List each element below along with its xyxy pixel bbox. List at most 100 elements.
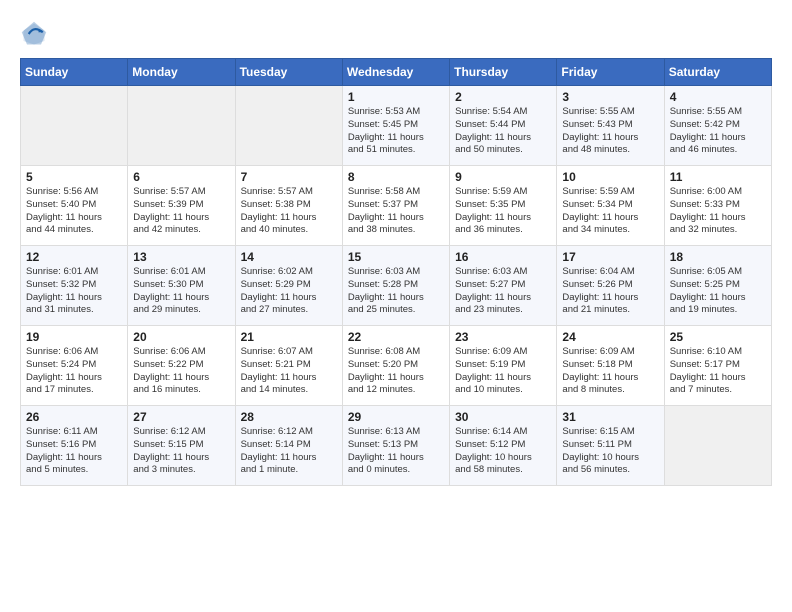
calendar-cell: 8 Sunrise: 5:58 AM Sunset: 5:37 PM Daylig…: [342, 166, 449, 246]
calendar-cell: 6 Sunrise: 5:57 AM Sunset: 5:39 PM Daylig…: [128, 166, 235, 246]
cell-info: Sunrise: 5:54 AM Sunset: 5:44 PM Dayligh…: [455, 106, 551, 157]
cell-info: Sunrise: 5:59 AM Sunset: 5:35 PM Dayligh…: [455, 186, 551, 237]
day-number: 10: [562, 170, 658, 184]
calendar-cell: 27Sunrise: 6:12 AM Sunset: 5:15 PM Dayli…: [128, 406, 235, 486]
cell-info: Sunrise: 5:56 AM Sunset: 5:40 PM Dayligh…: [26, 186, 122, 237]
day-number: 23: [455, 330, 551, 344]
cell-info: Sunrise: 6:08 AM Sunset: 5:20 PM Dayligh…: [348, 346, 444, 397]
cell-info: Sunrise: 6:12 AM Sunset: 5:15 PM Dayligh…: [133, 426, 229, 477]
calendar-cell: 28Sunrise: 6:12 AM Sunset: 5:14 PM Dayli…: [235, 406, 342, 486]
cell-info: Sunrise: 6:02 AM Sunset: 5:29 PM Dayligh…: [241, 266, 337, 317]
day-number: 17: [562, 250, 658, 264]
cell-info: Sunrise: 5:53 AM Sunset: 5:45 PM Dayligh…: [348, 106, 444, 157]
day-number: 5: [26, 170, 122, 184]
calendar-cell: 29 Sunrise: 6:13 AM Sunset: 5:13 PM Dayli…: [342, 406, 449, 486]
calendar-cell: 24 Sunrise: 6:09 AM Sunset: 5:18 PM Dayli…: [557, 326, 664, 406]
cell-info: Sunrise: 5:59 AM Sunset: 5:34 PM Dayligh…: [562, 186, 658, 237]
cell-info: Sunrise: 6:05 AM Sunset: 5:25 PM Dayligh…: [670, 266, 766, 317]
calendar-cell: 22 Sunrise: 6:08 AM Sunset: 5:20 PM Dayli…: [342, 326, 449, 406]
cell-info: Sunrise: 5:57 AM Sunset: 5:39 PM Dayligh…: [133, 186, 229, 237]
calendar-cell: 14Sunrise: 6:02 AM Sunset: 5:29 PM Dayli…: [235, 246, 342, 326]
cell-info: Sunrise: 6:00 AM Sunset: 5:33 PM Dayligh…: [670, 186, 766, 237]
calendar-cell: 18 Sunrise: 6:05 AM Sunset: 5:25 PM Dayli…: [664, 246, 771, 326]
calendar-cell: 16Sunrise: 6:03 AM Sunset: 5:27 PM Dayli…: [450, 246, 557, 326]
calendar-cell: 2 Sunrise: 5:54 AM Sunset: 5:44 PM Daylig…: [450, 86, 557, 166]
cell-info: Sunrise: 6:06 AM Sunset: 5:24 PM Dayligh…: [26, 346, 122, 397]
day-number: 11: [670, 170, 766, 184]
header: [20, 20, 772, 48]
day-number: 13: [133, 250, 229, 264]
day-number: 7: [241, 170, 337, 184]
cell-info: Sunrise: 6:01 AM Sunset: 5:32 PM Dayligh…: [26, 266, 122, 317]
day-number: 31: [562, 410, 658, 424]
calendar-cell: 20 Sunrise: 6:06 AM Sunset: 5:22 PM Dayli…: [128, 326, 235, 406]
calendar-cell: 25Sunrise: 6:10 AM Sunset: 5:17 PM Dayli…: [664, 326, 771, 406]
calendar-cell: 31 Sunrise: 6:15 AM Sunset: 5:11 PM Dayli…: [557, 406, 664, 486]
day-number: 26: [26, 410, 122, 424]
calendar-week-row: 19 Sunrise: 6:06 AM Sunset: 5:24 PM Dayli…: [21, 326, 772, 406]
cell-info: Sunrise: 6:03 AM Sunset: 5:28 PM Dayligh…: [348, 266, 444, 317]
day-number: 24: [562, 330, 658, 344]
cell-info: Sunrise: 5:55 AM Sunset: 5:43 PM Dayligh…: [562, 106, 658, 157]
calendar-cell: 13 Sunrise: 6:01 AM Sunset: 5:30 PM Dayli…: [128, 246, 235, 326]
cell-info: Sunrise: 5:58 AM Sunset: 5:37 PM Dayligh…: [348, 186, 444, 237]
calendar-cell: [664, 406, 771, 486]
cell-info: Sunrise: 6:09 AM Sunset: 5:18 PM Dayligh…: [562, 346, 658, 397]
day-number: 30: [455, 410, 551, 424]
calendar-cell: 17 Sunrise: 6:04 AM Sunset: 5:26 PM Dayli…: [557, 246, 664, 326]
calendar-cell: 15Sunrise: 6:03 AM Sunset: 5:28 PM Dayli…: [342, 246, 449, 326]
day-number: 21: [241, 330, 337, 344]
day-number: 8: [348, 170, 444, 184]
calendar-header-row: SundayMondayTuesdayWednesdayThursdayFrid…: [21, 59, 772, 86]
cell-info: Sunrise: 6:03 AM Sunset: 5:27 PM Dayligh…: [455, 266, 551, 317]
calendar-cell: 23Sunrise: 6:09 AM Sunset: 5:19 PM Dayli…: [450, 326, 557, 406]
calendar-week-row: 5 Sunrise: 5:56 AM Sunset: 5:40 PM Daylig…: [21, 166, 772, 246]
cell-info: Sunrise: 5:55 AM Sunset: 5:42 PM Dayligh…: [670, 106, 766, 157]
cell-info: Sunrise: 6:13 AM Sunset: 5:13 PM Dayligh…: [348, 426, 444, 477]
calendar-table: SundayMondayTuesdayWednesdayThursdayFrid…: [20, 58, 772, 486]
day-number: 1: [348, 90, 444, 104]
calendar-header-wednesday: Wednesday: [342, 59, 449, 86]
day-number: 9: [455, 170, 551, 184]
calendar-cell: [128, 86, 235, 166]
calendar-header-sunday: Sunday: [21, 59, 128, 86]
logo: [20, 20, 52, 48]
cell-info: Sunrise: 6:04 AM Sunset: 5:26 PM Dayligh…: [562, 266, 658, 317]
cell-info: Sunrise: 6:10 AM Sunset: 5:17 PM Dayligh…: [670, 346, 766, 397]
day-number: 20: [133, 330, 229, 344]
calendar-cell: 1 Sunrise: 5:53 AM Sunset: 5:45 PM Daylig…: [342, 86, 449, 166]
logo-icon: [20, 20, 48, 48]
calendar-cell: 4 Sunrise: 5:55 AM Sunset: 5:42 PM Daylig…: [664, 86, 771, 166]
calendar-cell: 19 Sunrise: 6:06 AM Sunset: 5:24 PM Dayli…: [21, 326, 128, 406]
day-number: 12: [26, 250, 122, 264]
calendar-cell: 10 Sunrise: 5:59 AM Sunset: 5:34 PM Dayli…: [557, 166, 664, 246]
day-number: 28: [241, 410, 337, 424]
day-number: 4: [670, 90, 766, 104]
day-number: 22: [348, 330, 444, 344]
calendar-cell: 21Sunrise: 6:07 AM Sunset: 5:21 PM Dayli…: [235, 326, 342, 406]
cell-info: Sunrise: 5:57 AM Sunset: 5:38 PM Dayligh…: [241, 186, 337, 237]
calendar-cell: 11 Sunrise: 6:00 AM Sunset: 5:33 PM Dayli…: [664, 166, 771, 246]
calendar-week-row: 26Sunrise: 6:11 AM Sunset: 5:16 PM Dayli…: [21, 406, 772, 486]
calendar-header-monday: Monday: [128, 59, 235, 86]
day-number: 3: [562, 90, 658, 104]
calendar-header-thursday: Thursday: [450, 59, 557, 86]
calendar-cell: 30Sunrise: 6:14 AM Sunset: 5:12 PM Dayli…: [450, 406, 557, 486]
calendar-header-friday: Friday: [557, 59, 664, 86]
calendar-body: 1 Sunrise: 5:53 AM Sunset: 5:45 PM Daylig…: [21, 86, 772, 486]
cell-info: Sunrise: 6:15 AM Sunset: 5:11 PM Dayligh…: [562, 426, 658, 477]
calendar-cell: 3 Sunrise: 5:55 AM Sunset: 5:43 PM Daylig…: [557, 86, 664, 166]
cell-info: Sunrise: 6:01 AM Sunset: 5:30 PM Dayligh…: [133, 266, 229, 317]
day-number: 6: [133, 170, 229, 184]
calendar-cell: 5 Sunrise: 5:56 AM Sunset: 5:40 PM Daylig…: [21, 166, 128, 246]
day-number: 2: [455, 90, 551, 104]
calendar-cell: 7 Sunrise: 5:57 AM Sunset: 5:38 PM Daylig…: [235, 166, 342, 246]
day-number: 29: [348, 410, 444, 424]
day-number: 18: [670, 250, 766, 264]
day-number: 19: [26, 330, 122, 344]
calendar-week-row: 12 Sunrise: 6:01 AM Sunset: 5:32 PM Dayli…: [21, 246, 772, 326]
calendar-header-saturday: Saturday: [664, 59, 771, 86]
calendar-header-tuesday: Tuesday: [235, 59, 342, 86]
cell-info: Sunrise: 6:06 AM Sunset: 5:22 PM Dayligh…: [133, 346, 229, 397]
calendar-week-row: 1 Sunrise: 5:53 AM Sunset: 5:45 PM Daylig…: [21, 86, 772, 166]
